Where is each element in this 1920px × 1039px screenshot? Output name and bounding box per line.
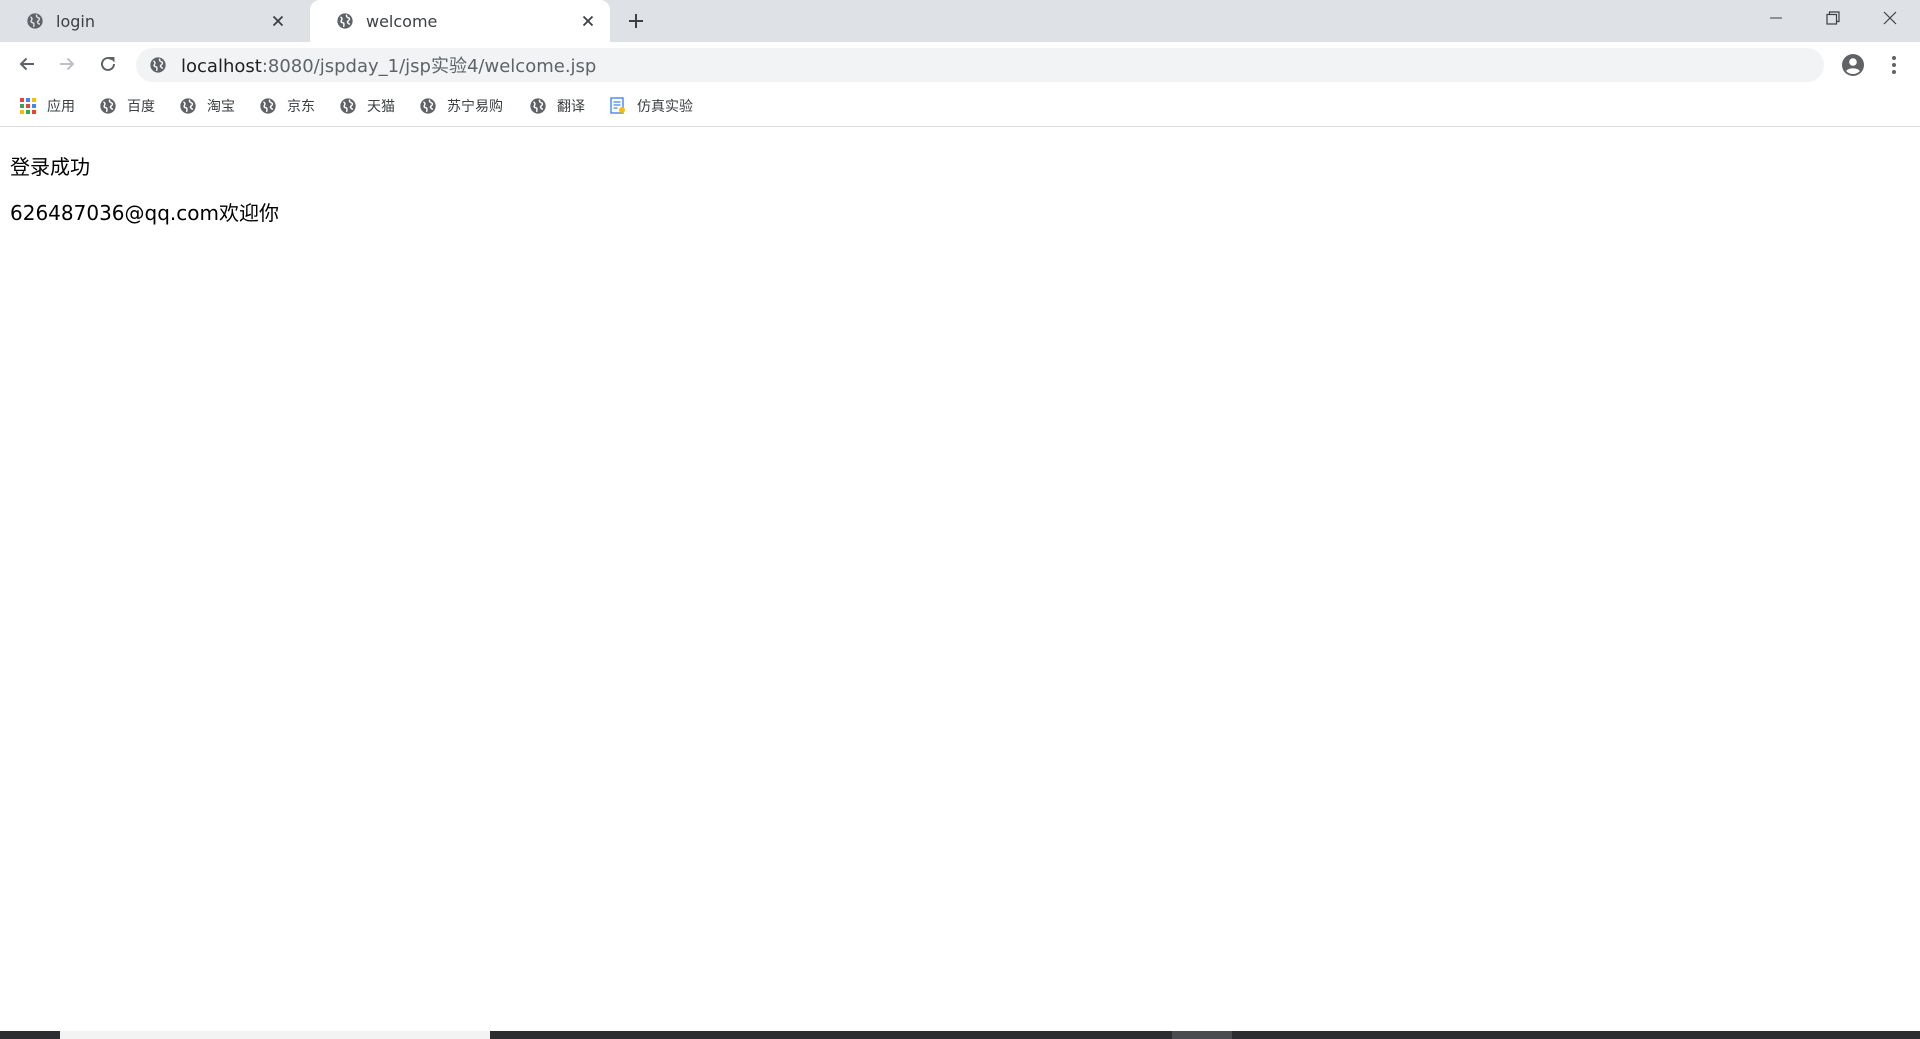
arrow-right-icon [60, 57, 75, 71]
forward-button[interactable] [53, 50, 81, 78]
bookmark-label: 天猫 [367, 99, 395, 115]
bookmark-suning[interactable]: 苏宁易购 [419, 94, 503, 118]
window-close-button[interactable] [1862, 0, 1918, 36]
account-circle-icon [1842, 54, 1864, 76]
bookmark-jd[interactable]: 京东 [259, 94, 315, 118]
bookmark-simulation[interactable]: 仿真实验 [609, 94, 693, 118]
close-icon [1883, 11, 1897, 25]
tab-login[interactable]: login [0, 0, 300, 42]
taskbar [0, 1031, 1920, 1039]
taskbar-item[interactable] [1172, 1031, 1232, 1039]
globe-icon [260, 98, 276, 114]
document-icon [610, 97, 625, 114]
globe-icon [340, 98, 356, 114]
menu-button[interactable] [1880, 51, 1908, 79]
bookmark-label: 应用 [47, 99, 75, 115]
globe-icon [27, 13, 43, 29]
arrow-left-icon [19, 57, 34, 71]
bookmarks-bar: 应用 百度 淘宝 京东 天猫 苏宁易购 翻译 仿真实验 [0, 86, 1920, 127]
bookmark-label: 翻译 [557, 99, 585, 115]
bookmark-baidu[interactable]: 百度 [99, 94, 155, 118]
tab-title: welcome [366, 11, 438, 31]
bookmark-translate[interactable]: 翻译 [529, 94, 585, 118]
tab-welcome[interactable]: welcome [310, 0, 610, 42]
close-icon[interactable] [268, 11, 288, 31]
minimize-icon [1770, 17, 1782, 19]
welcome-message: 626487036@qq.com欢迎你 [10, 201, 279, 225]
tab-strip: login welcome [0, 0, 1920, 42]
restore-button[interactable] [1805, 0, 1861, 36]
close-icon[interactable] [578, 11, 598, 31]
browser-window: login welcome localhost:8080/jspday_1/js… [0, 0, 1920, 1039]
reload-icon [101, 56, 115, 71]
address-bar[interactable]: localhost:8080/jspday_1/jsp实验4/welcome.j… [136, 48, 1824, 82]
toolbar: localhost:8080/jspday_1/jsp实验4/welcome.j… [0, 42, 1920, 86]
bookmark-label: 淘宝 [207, 99, 235, 115]
url-text[interactable]: localhost:8080/jspday_1/jsp实验4/welcome.j… [181, 52, 596, 78]
bookmark-apps[interactable]: 应用 [19, 94, 75, 118]
taskbar-item[interactable] [60, 1031, 490, 1039]
more-vertical-icon [1892, 56, 1896, 74]
bookmark-taobao[interactable]: 淘宝 [179, 94, 235, 118]
login-success-message: 登录成功 [10, 155, 90, 179]
globe-icon [100, 98, 116, 114]
bookmark-label: 仿真实验 [637, 99, 693, 115]
bookmark-label: 百度 [127, 99, 155, 115]
apps-grid-icon [20, 98, 36, 114]
new-tab-button[interactable] [622, 9, 650, 33]
page-content: 登录成功 626487036@qq.com欢迎你 [0, 127, 1920, 1031]
globe-icon [420, 98, 436, 114]
plus-icon [629, 14, 643, 28]
bookmark-label: 京东 [287, 99, 315, 115]
reload-button[interactable] [94, 50, 122, 78]
minimize-button[interactable] [1748, 0, 1804, 36]
bookmark-tmall[interactable]: 天猫 [339, 94, 395, 118]
tab-title: login [56, 11, 95, 31]
back-button[interactable] [13, 50, 41, 78]
globe-icon [150, 57, 166, 73]
profile-button[interactable] [1839, 51, 1867, 79]
url-host: localhost [181, 56, 262, 77]
bookmark-label: 苏宁易购 [447, 99, 503, 115]
globe-icon [337, 13, 353, 29]
globe-icon [180, 98, 196, 114]
restore-icon [1826, 11, 1840, 25]
url-path: :8080/jspday_1/jsp实验4/welcome.jsp [261, 56, 597, 77]
globe-icon [530, 98, 546, 114]
